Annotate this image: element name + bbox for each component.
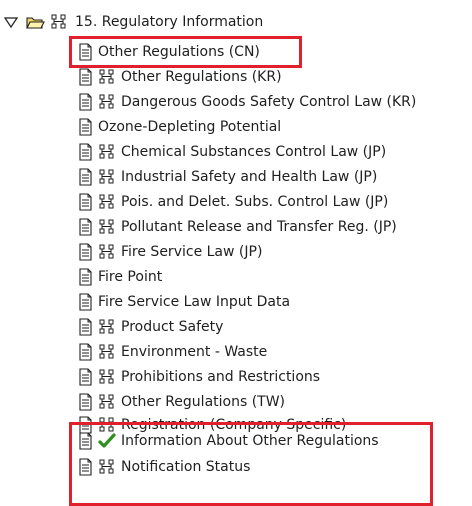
hierarchy-icon [50,13,68,31]
open-folder-icon [26,15,45,30]
tree-node-information-about-other-regulations[interactable]: Information About Other Regulations [78,430,379,452]
hierarchy-icon [98,93,116,111]
document-icon [78,293,93,311]
tree-node-fire-service-law-input-data[interactable]: Fire Service Law Input Data [78,291,290,313]
tree-node-label: Fire Service Law Input Data [98,294,291,310]
tree-node-label: Chemical Substances Control Law (JP) [121,144,387,160]
hierarchy-icon [98,343,116,361]
triangle-down-icon[interactable] [4,15,18,29]
tree-node-other-regulations-cn[interactable]: Other Regulations (CN) [78,41,260,63]
tree-node-label: Pois. and Delet. Subs. Control Law (JP) [121,194,389,210]
hierarchy-icon [98,143,116,161]
tree-node-label: Other Regulations (CN) [98,44,260,60]
hierarchy-icon [98,393,116,411]
tree-node-environment-waste[interactable]: Environment - Waste [78,341,267,363]
tree-node-label: Other Regulations (KR) [121,69,282,85]
tree-node-label: Environment - Waste [121,344,268,360]
document-icon [78,343,93,361]
regulatory-information-tree: 15. Regulatory Information Other Regulat… [0,0,472,506]
tree-node-label: Dangerous Goods Safety Control Law (KR) [121,94,417,110]
green-check-icon [98,433,116,449]
tree-node-label: Notification Status [121,459,251,475]
document-icon [78,118,93,136]
hierarchy-icon [98,243,116,261]
tree-node-product-safety[interactable]: Product Safety [78,316,223,338]
hierarchy-icon [98,193,116,211]
document-icon [78,268,93,286]
tree-node-label: Information About Other Regulations [121,433,379,449]
tree-node-label: 15. Regulatory Information [75,14,264,30]
tree-node-label: Product Safety [121,319,224,335]
tree-node-label: Fire Point [98,269,163,285]
hierarchy-icon [98,318,116,336]
document-icon [78,193,93,211]
tree-node-label: Other Regulations (TW) [121,394,286,410]
document-icon [78,458,93,476]
tree-node-prohibitions-restrictions[interactable]: Prohibitions and Restrictions [78,366,320,388]
hierarchy-icon [98,68,116,86]
tree-node-pois-delet-subs-control-law-jp[interactable]: Pois. and Delet. Subs. Control Law (JP) [78,191,388,213]
tree-node-ozone-depleting-potential[interactable]: Ozone-Depleting Potential [78,116,281,138]
document-icon [78,432,93,450]
tree-node-label: Pollutant Release and Transfer Reg. (JP) [121,219,397,235]
tree-node-chemical-substances-control-law-jp[interactable]: Chemical Substances Control Law (JP) [78,141,386,163]
tree-node-pollutant-release-transfer-reg-jp[interactable]: Pollutant Release and Transfer Reg. (JP) [78,216,397,238]
document-icon [78,318,93,336]
hierarchy-icon [98,368,116,386]
tree-node-label: Industrial Safety and Health Law (JP) [121,169,378,185]
tree-node-other-regulations-kr[interactable]: Other Regulations (KR) [78,66,282,88]
hierarchy-icon [98,218,116,236]
hierarchy-icon [98,458,116,476]
document-icon [78,243,93,261]
tree-node-dangerous-goods-safety-control-law-kr[interactable]: Dangerous Goods Safety Control Law (KR) [78,91,416,113]
tree-node-other-regulations-tw[interactable]: Other Regulations (TW) [78,391,285,413]
document-icon [78,93,93,111]
tree-node-fire-point[interactable]: Fire Point [78,266,162,288]
document-icon [78,168,93,186]
hierarchy-icon [98,168,116,186]
document-icon [78,43,93,61]
tree-node-label: Prohibitions and Restrictions [121,369,321,385]
document-icon [78,393,93,411]
document-icon [78,143,93,161]
tree-node-notification-status[interactable]: Notification Status [78,456,250,478]
tree-node-label: Fire Service Law (JP) [121,244,263,260]
document-icon [78,218,93,236]
tree-node-regulatory-information[interactable]: 15. Regulatory Information [4,11,263,33]
tree-node-fire-service-law-jp[interactable]: Fire Service Law (JP) [78,241,262,263]
tree-node-industrial-safety-health-law-jp[interactable]: Industrial Safety and Health Law (JP) [78,166,377,188]
document-icon [78,68,93,86]
document-icon [78,368,93,386]
tree-node-label: Ozone-Depleting Potential [98,119,282,135]
